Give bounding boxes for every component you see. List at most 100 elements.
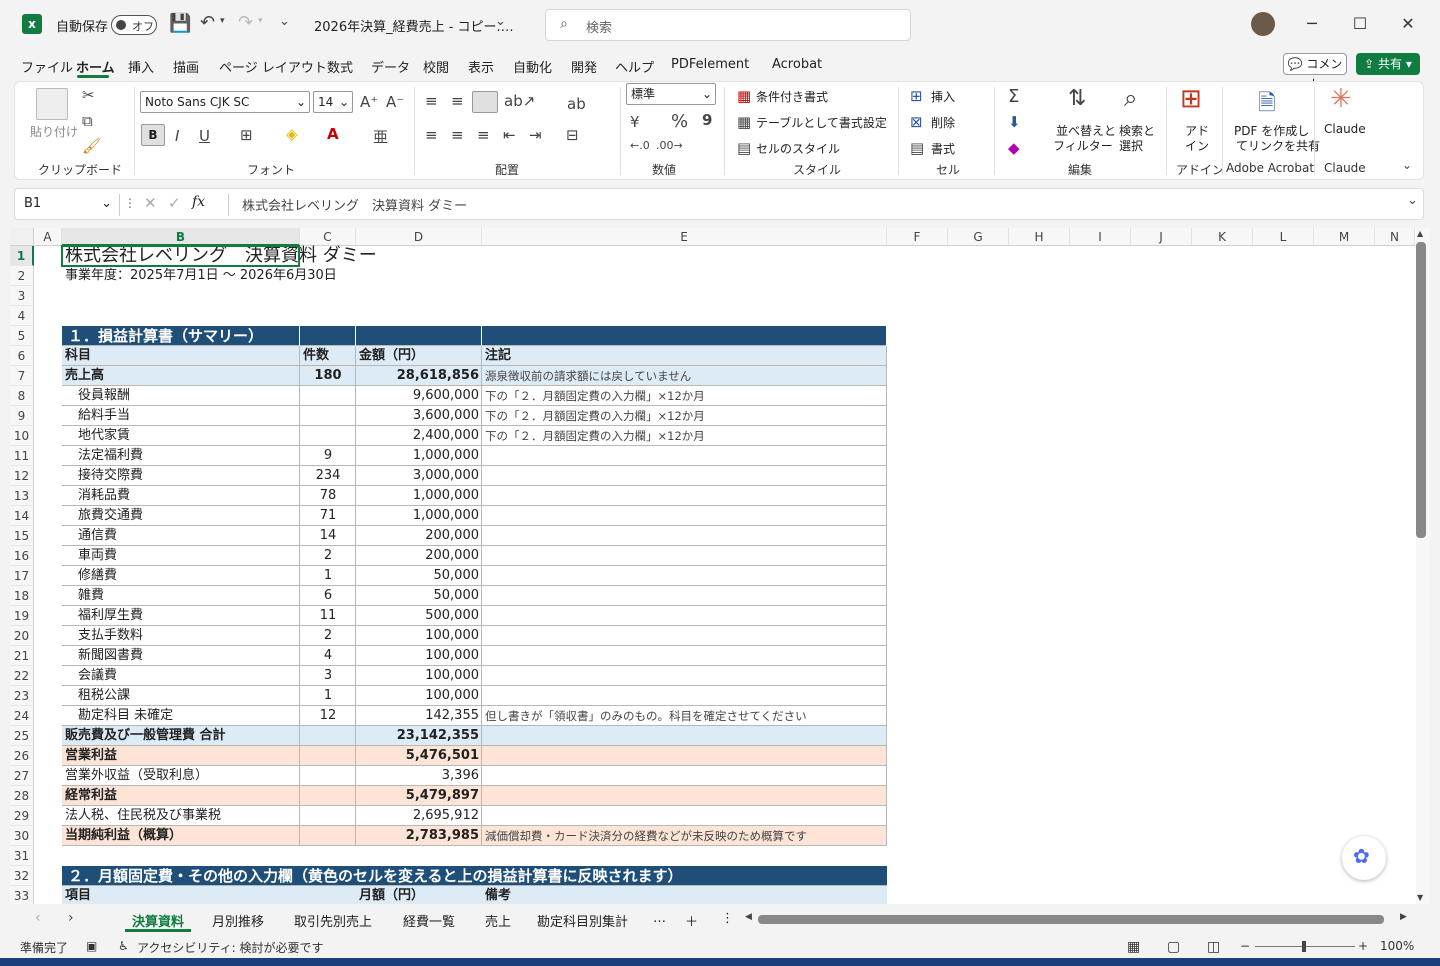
- find-select-icon[interactable]: ⌕: [1124, 84, 1137, 112]
- worksheet-grid[interactable]: A B C D E F G H I J K L M N 1 2 3 4 5 6 7 8 9 10 1…: [10, 228, 1430, 904]
- column-heading[interactable]: 備考: [485, 886, 885, 904]
- line-item-label[interactable]: 給料手当: [65, 406, 297, 426]
- line-item-amount[interactable]: 50,000: [356, 586, 482, 606]
- line-item-label[interactable]: 消耗品費: [65, 486, 297, 506]
- line-item-count[interactable]: 78: [300, 486, 356, 506]
- clear-icon[interactable]: ◆: [1008, 139, 1020, 157]
- row-header[interactable]: 26: [10, 746, 34, 766]
- decrease-indent-icon[interactable]: ⇤: [503, 126, 516, 144]
- redo-dropdown-icon[interactable]: ▾: [258, 16, 263, 26]
- confirm-icon[interactable]: ✓: [168, 194, 181, 212]
- scroll-right-icon[interactable]: ▶: [1400, 912, 1407, 922]
- line-item-amount[interactable]: 100,000: [356, 646, 482, 666]
- fiscal-period[interactable]: 事業年度：2025年7月1日 ～ 2026年6月30日: [62, 266, 337, 286]
- claude-button[interactable]: Claude: [1324, 122, 1366, 136]
- line-item-note[interactable]: [482, 586, 887, 606]
- zoom-level[interactable]: 100%: [1380, 939, 1414, 953]
- avatar[interactable]: [1251, 12, 1275, 36]
- align-center-icon[interactable]: ≡: [451, 126, 464, 144]
- format-table-icon[interactable]: ▦: [737, 113, 751, 131]
- line-item-amount[interactable]: 200,000: [356, 526, 482, 546]
- zoom-out-icon[interactable]: −: [1240, 939, 1250, 953]
- row-header[interactable]: 24: [10, 706, 34, 726]
- addins-icon[interactable]: ⊞: [1180, 84, 1202, 114]
- zoom-in-icon[interactable]: +: [1358, 939, 1368, 953]
- row-header[interactable]: 22: [10, 666, 34, 686]
- line-item-count[interactable]: 11: [300, 606, 356, 626]
- line-item-note[interactable]: 源泉徴収前の請求額には戻していません: [482, 366, 887, 386]
- row-header[interactable]: 12: [10, 466, 34, 486]
- redo-icon[interactable]: ↷: [238, 12, 253, 33]
- row-header[interactable]: 20: [10, 626, 34, 646]
- line-item-amount[interactable]: 3,396: [356, 766, 482, 786]
- line-item-count[interactable]: 4: [300, 646, 356, 666]
- row-header[interactable]: 9: [10, 406, 34, 426]
- autosum-icon[interactable]: Σ: [1008, 86, 1019, 107]
- pdf-link-icon[interactable]: 🗎: [1258, 86, 1276, 124]
- line-item-count[interactable]: [300, 766, 356, 786]
- section-title[interactable]: ２．月額固定費・その他の入力欄（黄色のセルを変えると上の損益計算書に反映されます…: [68, 866, 683, 886]
- insert-function-button[interactable]: fx: [192, 194, 205, 210]
- menu-view[interactable]: 表示: [468, 57, 494, 76]
- orientation-icon[interactable]: ab↗: [504, 92, 535, 110]
- currency-icon[interactable]: ¥: [630, 113, 640, 131]
- row-header[interactable]: 28: [10, 786, 34, 806]
- percent-button[interactable]: %: [671, 111, 688, 132]
- menu-home[interactable]: ホーム: [76, 57, 115, 76]
- column-header[interactable]: E: [482, 228, 887, 246]
- undo-icon[interactable]: ↶: [200, 12, 215, 33]
- menu-formulas[interactable]: 数式: [327, 57, 353, 76]
- line-item-amount[interactable]: 9,600,000: [356, 386, 482, 406]
- delete-cells-icon[interactable]: ⊠: [910, 113, 923, 131]
- scroll-up-icon[interactable]: ▲: [1417, 229, 1423, 238]
- align-middle-icon[interactable]: ≡: [451, 92, 464, 110]
- horizontal-scrollbar-thumb[interactable]: [758, 915, 1384, 924]
- column-heading[interactable]: 注記: [485, 346, 885, 366]
- line-item-note[interactable]: [482, 726, 887, 746]
- line-item-count[interactable]: 1: [300, 686, 356, 706]
- increase-indent-icon[interactable]: ⇥: [529, 126, 542, 144]
- line-item-amount[interactable]: 2,695,912: [356, 806, 482, 826]
- row-header[interactable]: 11: [10, 446, 34, 466]
- line-item-label[interactable]: 営業利益: [65, 746, 297, 766]
- accessibility-icon[interactable]: ♿: [118, 939, 129, 953]
- line-item-amount[interactable]: 1,000,000: [356, 486, 482, 506]
- line-item-label[interactable]: 法定福利費: [65, 446, 297, 466]
- line-item-note[interactable]: [482, 666, 887, 686]
- row-header[interactable]: 15: [10, 526, 34, 546]
- merge-center-icon[interactable]: ⊟: [566, 126, 579, 144]
- line-item-note[interactable]: [482, 766, 887, 786]
- row-header[interactable]: 27: [10, 766, 34, 786]
- line-item-label[interactable]: 車両費: [65, 546, 297, 566]
- menu-review[interactable]: 校閲: [423, 57, 449, 76]
- line-item-note[interactable]: [482, 806, 887, 826]
- sheet-tab[interactable]: 売上: [485, 911, 511, 930]
- page-break-view-icon[interactable]: ◫: [1207, 939, 1220, 955]
- sheet-tab[interactable]: 月別推移: [212, 911, 264, 930]
- sheet-options-icon[interactable]: ⋮: [721, 911, 734, 926]
- add-sheet-button[interactable]: ＋: [685, 911, 698, 930]
- select-all-corner[interactable]: [10, 228, 34, 246]
- title-chevron-down-icon[interactable]: ⌄: [495, 14, 506, 29]
- row-header[interactable]: 23: [10, 686, 34, 706]
- column-heading[interactable]: 項目: [65, 886, 295, 904]
- line-item-note[interactable]: [482, 486, 887, 506]
- row-header[interactable]: 13: [10, 486, 34, 506]
- column-header[interactable]: B: [62, 228, 300, 246]
- section-title[interactable]: １．損益計算書（サマリー）: [68, 326, 263, 346]
- row-header[interactable]: 8: [10, 386, 34, 406]
- line-item-amount[interactable]: 5,476,501: [356, 746, 482, 766]
- row-header[interactable]: 16: [10, 546, 34, 566]
- line-item-label[interactable]: 経常利益: [65, 786, 297, 806]
- insert-cells-button[interactable]: 挿入: [931, 88, 955, 105]
- row-header[interactable]: 6: [10, 346, 34, 366]
- line-item-note[interactable]: [482, 466, 887, 486]
- menu-insert[interactable]: 挿入: [128, 57, 154, 76]
- column-header[interactable]: C: [300, 228, 356, 246]
- save-icon[interactable]: 💾: [169, 13, 191, 34]
- bold-button[interactable]: B: [141, 124, 165, 146]
- comma-button[interactable]: 9: [702, 111, 712, 129]
- line-item-count[interactable]: 9: [300, 446, 356, 466]
- line-item-note[interactable]: 下の「２．月額固定費の入力欄」×12か月: [482, 406, 887, 426]
- format-cells-button[interactable]: 書式: [931, 140, 955, 157]
